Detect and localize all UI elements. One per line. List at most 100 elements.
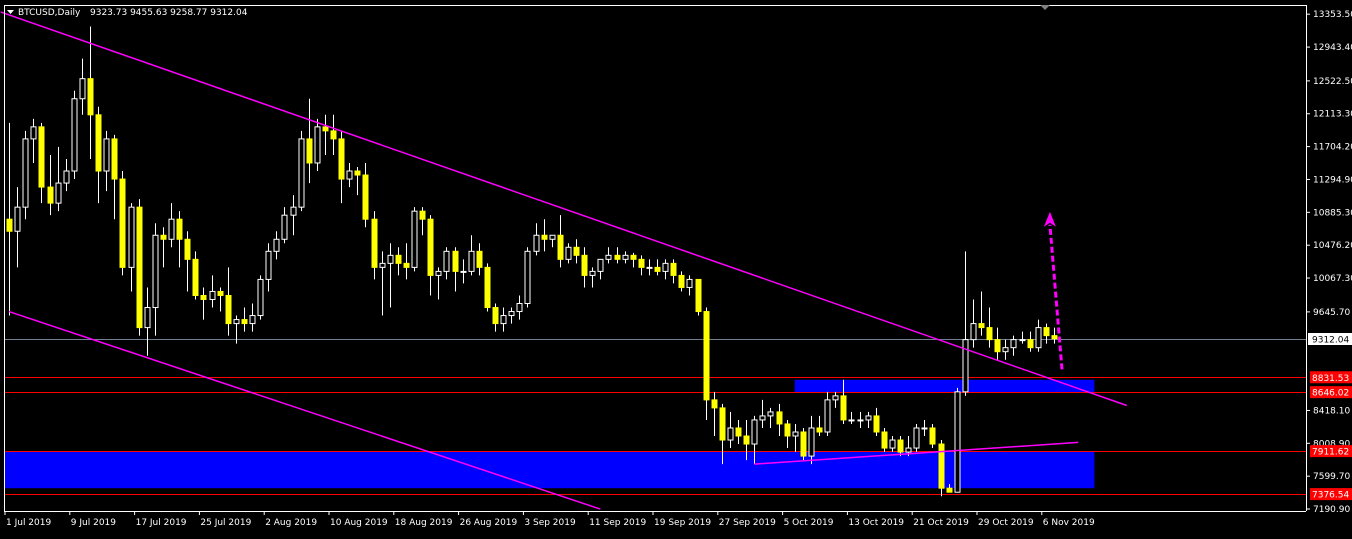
demand-zone-2[interactable] xyxy=(4,451,1095,489)
candle-2019-08-01 xyxy=(265,243,272,292)
candle-2019-07-22 xyxy=(184,231,191,292)
candle-2019-07-17 xyxy=(144,287,151,356)
candle-2019-08-09 xyxy=(330,114,337,155)
candle-body-bull xyxy=(1019,339,1026,342)
candle-2019-08-17 xyxy=(395,247,402,276)
candle-2019-10-30 xyxy=(994,327,1001,360)
x-tick-label: 25 Jul 2019 xyxy=(200,518,251,528)
y-tick-label: 12522.50 xyxy=(1313,77,1352,87)
candle-body-bull xyxy=(913,427,920,449)
candle-body-bull xyxy=(379,262,386,268)
x-tick-label: 3 Sep 2019 xyxy=(524,518,576,528)
candle-2019-10-23 xyxy=(938,440,945,497)
x-tick-label: 13 Oct 2019 xyxy=(848,518,904,528)
candle-2019-07-25 xyxy=(209,275,216,308)
candle-body-bull xyxy=(549,234,556,240)
candle-2019-10-12 xyxy=(848,411,855,424)
candle-body-bull xyxy=(314,126,321,164)
candle-body-bull xyxy=(298,138,305,208)
x-tick-label: 19 Sep 2019 xyxy=(654,518,711,528)
candle-2019-09-19 xyxy=(662,259,669,280)
candle-body-bear xyxy=(160,234,167,240)
candle-2019-08-12 xyxy=(354,167,361,196)
candle-body-bull xyxy=(865,415,872,421)
candle-2019-07-29 xyxy=(241,307,248,332)
candle-2019-08-26 xyxy=(468,235,475,276)
candle-2019-09-06 xyxy=(557,215,564,268)
candle-2019-07-03 xyxy=(30,118,37,163)
candle-body-bear xyxy=(476,250,483,268)
chart-menu-triangle-icon[interactable] xyxy=(7,10,14,14)
candle-body-bull xyxy=(759,415,766,421)
candle-body-bull xyxy=(209,290,216,300)
candle-2019-09-01 xyxy=(516,295,523,320)
candle-2019-08-16 xyxy=(387,243,394,308)
demand-zone-1[interactable] xyxy=(794,379,1095,393)
chart-shift-marker-icon[interactable] xyxy=(1040,5,1050,10)
candle-2019-07-23 xyxy=(192,251,199,300)
chart-canvas[interactable]: 13353.50 12943.40 12522.50 12113.30 11704.20… xyxy=(0,0,1352,535)
candle-2019-08-24 xyxy=(452,247,459,292)
candle-body-bear xyxy=(784,423,791,437)
candle-2019-08-11 xyxy=(346,162,353,188)
level-price-tag-label: 8831.53 xyxy=(1312,374,1349,384)
candle-body-bull xyxy=(257,278,264,317)
candle-2019-10-31 xyxy=(1002,339,1009,360)
candle-body-bear xyxy=(38,126,45,188)
x-tick-label: 18 Aug 2019 xyxy=(395,518,453,528)
y-tick-label: 11294.90 xyxy=(1313,175,1352,185)
candle-body-bear xyxy=(614,254,621,260)
candle-body-bull xyxy=(808,427,815,457)
candle-2019-07-15 xyxy=(128,203,135,292)
candle-2019-09-15 xyxy=(630,252,637,268)
candle-2019-10-27 xyxy=(970,299,977,348)
candle-body-bear xyxy=(119,178,126,268)
candle-2019-08-30 xyxy=(500,307,507,332)
candle-2019-11-01 xyxy=(1010,335,1017,356)
candle-2019-08-20 xyxy=(419,207,426,236)
candle-2019-06-30 xyxy=(6,122,13,316)
candle-2019-07-04 xyxy=(38,122,45,204)
candle-2019-10-28 xyxy=(978,291,985,336)
candle-2019-10-26 xyxy=(962,251,969,396)
candle-2019-08-21 xyxy=(427,215,434,296)
candle-body-bull xyxy=(848,419,855,422)
candle-2019-09-24 xyxy=(703,307,710,420)
candle-body-bull xyxy=(921,427,928,430)
candle-body-bull xyxy=(103,138,110,172)
candle-body-bull xyxy=(686,278,693,288)
candle-body-bull xyxy=(63,170,70,184)
candle-body-bull xyxy=(662,262,669,272)
candle-body-bear xyxy=(873,415,880,433)
candle-body-bull xyxy=(30,126,37,140)
candle-2019-09-08 xyxy=(573,239,580,264)
candle-body-bear xyxy=(403,262,410,268)
projection-arrow-shaft[interactable] xyxy=(1048,224,1064,370)
candle-2019-07-18 xyxy=(152,223,159,336)
candle-2019-09-18 xyxy=(654,259,661,276)
candle-body-bull xyxy=(824,399,831,433)
candle-2019-07-09 xyxy=(79,58,86,115)
candle-body-bull xyxy=(55,182,62,204)
candle-2019-08-25 xyxy=(460,259,467,284)
candle-2019-07-13 xyxy=(111,134,118,220)
candle-body-bull xyxy=(905,447,912,453)
y-tick-label: 12113.30 xyxy=(1313,110,1352,120)
trendline-1[interactable] xyxy=(0,11,1128,407)
candle-2019-07-01 xyxy=(14,187,21,268)
candle-body-bear xyxy=(217,290,224,296)
candle-body-bear xyxy=(95,114,102,172)
chart-window[interactable]: 13353.50 12943.40 12522.50 12113.30 11704.20… xyxy=(0,0,1352,535)
candle-2019-08-08 xyxy=(322,114,329,155)
y-tick-label: 8418.10 xyxy=(1313,406,1350,416)
projection-arrow-head-icon[interactable] xyxy=(1043,211,1056,227)
candle-body-bear xyxy=(338,138,345,180)
candle-body-bear xyxy=(670,262,677,276)
candle-body-bear xyxy=(354,170,361,176)
candle-body-bull xyxy=(79,78,86,100)
candle-body-bear xyxy=(938,443,945,489)
candle-2019-07-27 xyxy=(225,267,232,336)
candle-body-bull xyxy=(962,339,969,393)
x-tick-label: 21 Oct 2019 xyxy=(913,518,969,528)
candle-2019-07-20 xyxy=(168,203,175,248)
